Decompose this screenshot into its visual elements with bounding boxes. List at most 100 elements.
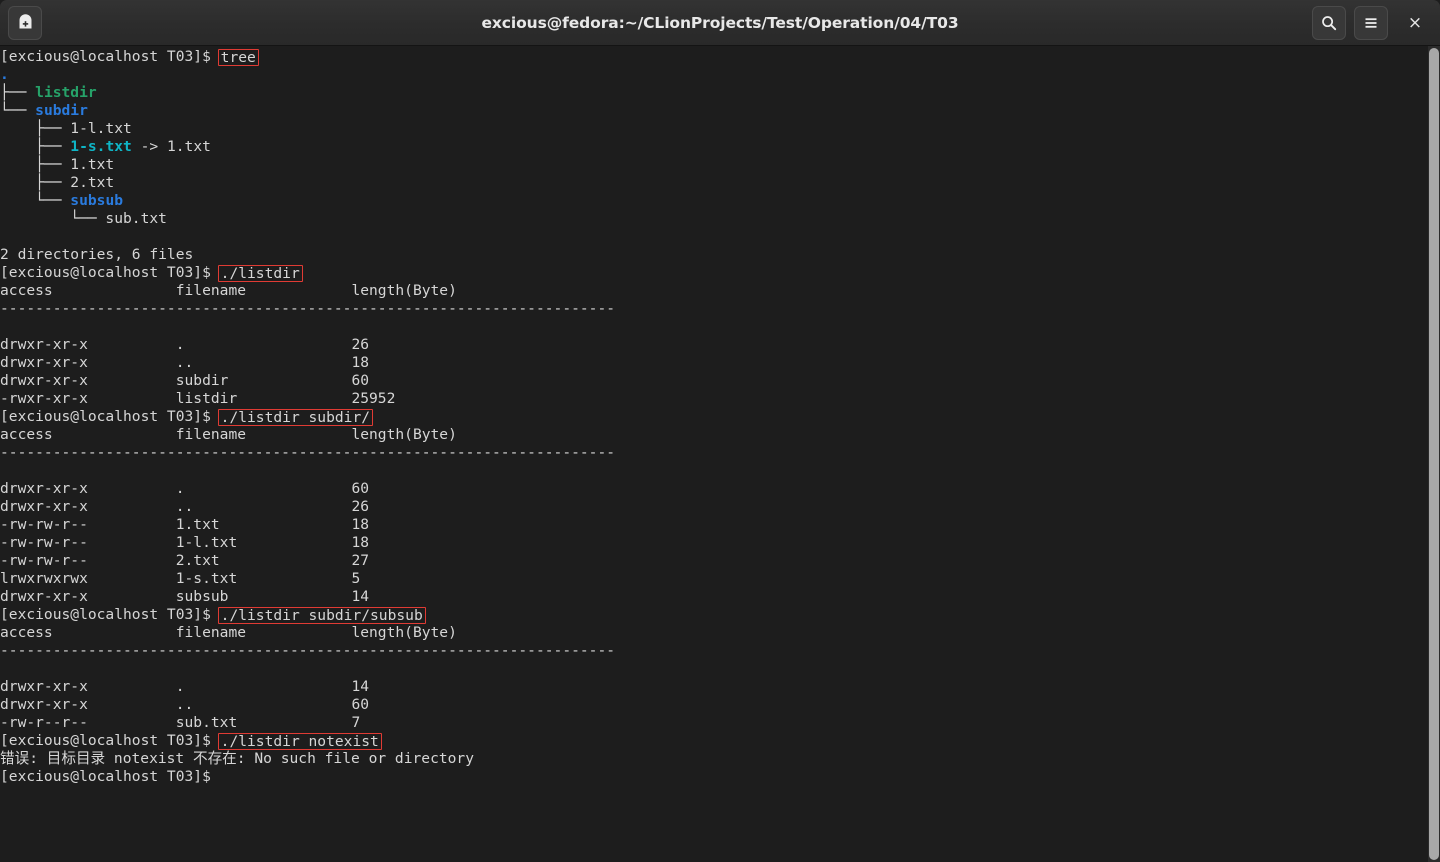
- search-button[interactable]: [1312, 6, 1346, 40]
- terminal-command: tree: [217, 49, 259, 66]
- titlebar: excious@fedora:~/CLionProjects/Test/Oper…: [0, 0, 1440, 46]
- terminal-text: subsub: [70, 192, 124, 209]
- terminal-text: drwxr-xr-x subsub 14: [0, 588, 370, 605]
- terminal-output-line: drwxr-xr-x . 26: [0, 336, 1428, 354]
- terminal-prompt-line: [excious@localhost T03]$ ./listdir subdi…: [0, 408, 1428, 426]
- terminal-output-line: └── subdir: [0, 102, 1428, 120]
- terminal-text: 错误: 目标目录 notexist 不存在: No such file or d…: [0, 750, 475, 767]
- terminal-output-line: lrwxrwxrwx 1-s.txt 5: [0, 570, 1428, 588]
- terminal-output-line: └── subsub: [0, 192, 1428, 210]
- terminal-text: access filename length(Byte): [0, 426, 457, 443]
- terminal-prompt-line: [excious@localhost T03]$: [0, 768, 1428, 786]
- terminal-text: drwxr-xr-x . 26: [0, 336, 370, 353]
- titlebar-buttons: ×: [1312, 0, 1440, 46]
- terminal-text: drwxr-xr-x .. 60: [0, 696, 370, 713]
- shell-prompt: [excious@localhost T03]$: [0, 48, 220, 65]
- terminal-output-line: drwxr-xr-x .. 60: [0, 696, 1428, 714]
- terminal-output-line: drwxr-xr-x subdir 60: [0, 372, 1428, 390]
- scrollbar-thumb[interactable]: [1429, 48, 1439, 860]
- close-icon: ×: [1407, 12, 1423, 33]
- terminal-text: ----------------------------------------…: [0, 300, 616, 317]
- terminal-text: ├── 1.txt: [0, 156, 115, 173]
- terminal-output-line: access filename length(Byte): [0, 624, 1428, 642]
- terminal-output-line: drwxr-xr-x .. 26: [0, 498, 1428, 516]
- terminal-text: drwxr-xr-x .. 18: [0, 354, 370, 371]
- terminal-output-line: ----------------------------------------…: [0, 444, 1428, 462]
- search-icon: [1322, 16, 1337, 31]
- terminal-output-line: -rw-rw-r-- 2.txt 27: [0, 552, 1428, 570]
- terminal-output-line: ----------------------------------------…: [0, 300, 1428, 318]
- shell-prompt: [excious@localhost T03]$: [0, 768, 220, 785]
- terminal-command: ./listdir notexist: [217, 733, 382, 750]
- terminal-output-line: drwxr-xr-x . 14: [0, 678, 1428, 696]
- terminal-text: -rw-rw-r-- 1.txt 18: [0, 516, 370, 533]
- terminal-body[interactable]: [excious@localhost T03]$ tree. ├── listdi…: [0, 46, 1428, 862]
- terminal-text: 1-s.txt: [70, 138, 132, 155]
- terminal-output-line: 错误: 目标目录 notexist 不存在: No such file or d…: [0, 750, 1428, 768]
- terminal-output-line: access filename length(Byte): [0, 282, 1428, 300]
- terminal-text: └──: [0, 102, 36, 119]
- scrollbar[interactable]: [1428, 46, 1440, 862]
- terminal-text: └── sub.txt: [0, 210, 167, 227]
- terminal-text: ├── 2.txt: [0, 174, 115, 191]
- terminal-text: └──: [0, 192, 71, 209]
- terminal-output-line: drwxr-xr-x .. 18: [0, 354, 1428, 372]
- terminal-screen: [excious@localhost T03]$ tree. ├── listdi…: [0, 46, 1428, 786]
- terminal-prompt-line: [excious@localhost T03]$ ./listdir notex…: [0, 732, 1428, 750]
- terminal-text: drwxr-xr-x . 14: [0, 678, 370, 695]
- new-tab-button[interactable]: [8, 5, 42, 40]
- terminal-output-line: 2 directories, 6 files: [0, 246, 1428, 264]
- terminal-output-line: access filename length(Byte): [0, 426, 1428, 444]
- terminal-text: .: [0, 66, 9, 83]
- terminal-text: 2 directories, 6 files: [0, 246, 194, 263]
- terminal-output-line: ├── 1-l.txt: [0, 120, 1428, 138]
- terminal-prompt-line: [excious@localhost T03]$ tree: [0, 48, 1428, 66]
- terminal-text: ├──: [0, 138, 71, 155]
- terminal-prompt-line: [excious@localhost T03]$ ./listdir: [0, 264, 1428, 282]
- terminal-text: -rw-r--r-- sub.txt 7: [0, 714, 361, 731]
- close-button[interactable]: ×: [1402, 10, 1428, 36]
- terminal-window: excious@fedora:~/CLionProjects/Test/Oper…: [0, 0, 1440, 862]
- terminal-output-line: ├── 2.txt: [0, 174, 1428, 192]
- terminal-output-line: -rw-rw-r-- 1.txt 18: [0, 516, 1428, 534]
- terminal-text: ├── 1-l.txt: [0, 120, 132, 137]
- terminal-output-line: └── sub.txt: [0, 210, 1428, 228]
- terminal-output-line: .: [0, 66, 1428, 84]
- terminal-output-line: ├── 1-s.txt -> 1.txt: [0, 138, 1428, 156]
- terminal-text: ----------------------------------------…: [0, 642, 616, 659]
- terminal-output-line: ├── 1.txt: [0, 156, 1428, 174]
- shell-prompt: [excious@localhost T03]$: [0, 606, 220, 623]
- terminal-text: ├──: [0, 84, 36, 101]
- terminal-text: ----------------------------------------…: [0, 444, 616, 461]
- terminal-text: lrwxrwxrwx 1-s.txt 5: [0, 570, 361, 587]
- terminal-output-line: -rwxr-xr-x listdir 25952: [0, 390, 1428, 408]
- terminal-output-line: -rw-rw-r-- 1-l.txt 18: [0, 534, 1428, 552]
- shell-prompt: [excious@localhost T03]$: [0, 408, 220, 425]
- terminal-text: drwxr-xr-x .. 26: [0, 498, 370, 515]
- terminal-text: listdir: [35, 84, 97, 101]
- terminal-text: drwxr-xr-x subdir 60: [0, 372, 370, 389]
- terminal-output-line: ├── listdir: [0, 84, 1428, 102]
- menu-button[interactable]: [1354, 6, 1388, 40]
- terminal-output-line: drwxr-xr-x . 60: [0, 480, 1428, 498]
- terminal-text: -rw-rw-r-- 2.txt 27: [0, 552, 370, 569]
- terminal-command: ./listdir subdir/: [217, 409, 374, 426]
- hamburger-menu-icon: [1365, 18, 1377, 28]
- new-tab-icon: [19, 14, 31, 29]
- terminal-text: -> 1.txt: [131, 138, 211, 155]
- terminal-prompt-line: [excious@localhost T03]$ ./listdir subdi…: [0, 606, 1428, 624]
- terminal-text: access filename length(Byte): [0, 282, 457, 299]
- terminal-text: -rwxr-xr-x listdir 25952: [0, 390, 396, 407]
- window-title: excious@fedora:~/CLionProjects/Test/Oper…: [481, 13, 959, 32]
- terminal-command: ./listdir: [217, 265, 303, 282]
- terminal-output-line: drwxr-xr-x subsub 14: [0, 588, 1428, 606]
- terminal-text: -rw-rw-r-- 1-l.txt 18: [0, 534, 370, 551]
- terminal-text: subdir: [35, 102, 88, 119]
- shell-prompt: [excious@localhost T03]$: [0, 732, 220, 749]
- terminal-output-line: -rw-r--r-- sub.txt 7: [0, 714, 1428, 732]
- terminal-output-line: ----------------------------------------…: [0, 642, 1428, 660]
